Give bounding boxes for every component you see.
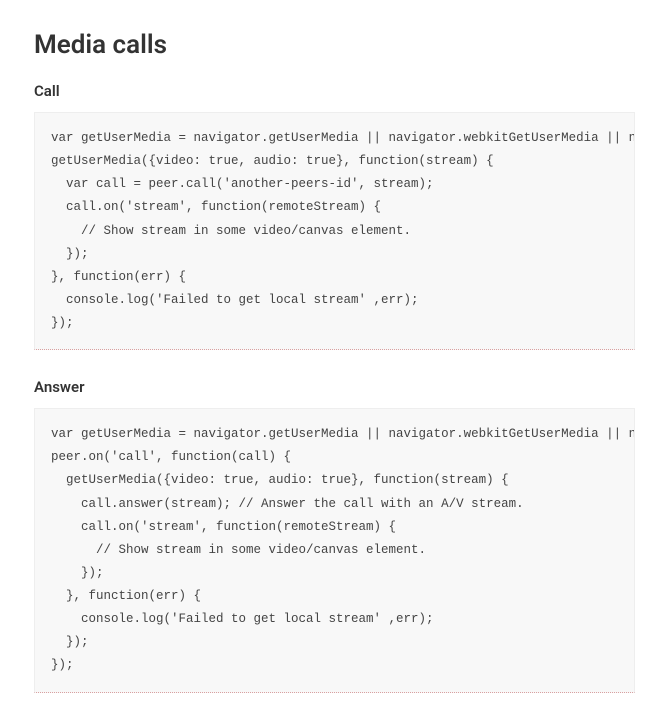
code-block[interactable]: var getUserMedia = navigator.getUserMedi… [34,408,635,692]
section-answer: Answer var getUserMedia = navigator.getU… [34,378,635,692]
section-heading: Call [34,82,635,100]
section-call: Call var getUserMedia = navigator.getUse… [34,82,635,350]
section-heading: Answer [34,378,635,396]
page-title: Media calls [34,30,635,60]
code-content: var getUserMedia = navigator.getUserMedi… [51,423,618,687]
code-content: var getUserMedia = navigator.getUserMedi… [51,127,618,345]
code-block[interactable]: var getUserMedia = navigator.getUserMedi… [34,112,635,350]
